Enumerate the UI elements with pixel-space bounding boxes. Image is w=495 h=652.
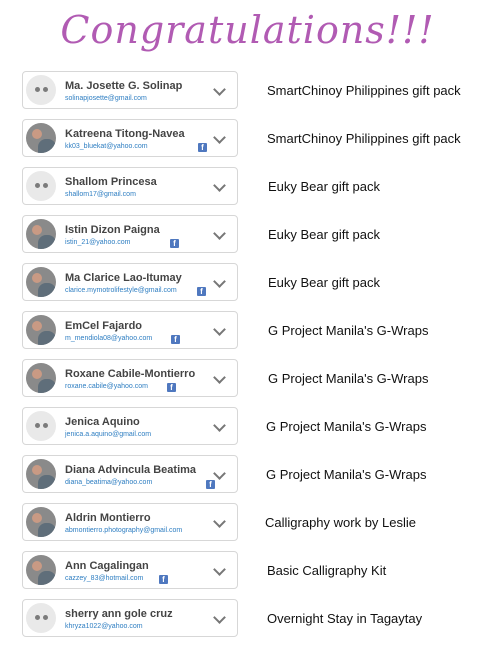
chevron-down-icon[interactable] <box>213 515 226 528</box>
chevron-down-icon[interactable] <box>213 563 226 576</box>
facebook-icon: f <box>170 239 179 248</box>
winner-name: Ma Clarice Lao-Itumay <box>65 272 182 284</box>
winner-email: kk03_bluekat@yahoo.com <box>65 143 148 150</box>
chevron-down-icon[interactable] <box>213 323 226 336</box>
winner-name: Diana Advincula Beatima <box>65 464 197 476</box>
winner-email: shallom17@gmail.com <box>65 191 136 198</box>
prize-label: G Project Manila's G-Wraps <box>266 467 427 482</box>
facebook-icon: f <box>171 335 180 344</box>
winner-card[interactable]: Ma Clarice Lao-Itumay clarice.mymotrolif… <box>22 263 238 301</box>
page-title: Congratulations!!! <box>60 8 435 52</box>
facebook-icon: f <box>159 575 168 584</box>
prize-label: Euky Bear gift pack <box>268 179 380 194</box>
prize-label: G Project Manila's G-Wraps <box>268 323 429 338</box>
winner-name: Ma. Josette G. Solinap <box>65 80 183 92</box>
chevron-down-icon[interactable] <box>213 611 226 624</box>
list-item: EmCel Fajardo m_mendiola08@yahoo.com f G… <box>22 311 495 355</box>
winner-card[interactable]: sherry ann gole cruz khryza1022@yahoo.co… <box>22 599 238 637</box>
winner-email: abmontierro.photography@gmail.com <box>65 527 183 534</box>
winner-name: Katreena Titong-Navea <box>65 128 185 140</box>
list-item: Roxane Cabile-Montierro roxane.cabile@ya… <box>22 359 495 403</box>
winner-name: Istin Dizon Paigna <box>65 224 160 236</box>
winner-email: diana_beatima@yahoo.com <box>65 479 153 486</box>
chevron-down-icon[interactable] <box>213 419 226 432</box>
prize-label: Calligraphy work by Leslie <box>265 515 417 530</box>
winner-card[interactable]: Ma. Josette G. Solinap solinapjosette@gm… <box>22 71 238 109</box>
chevron-down-icon[interactable] <box>213 227 226 240</box>
profile-photo-icon <box>26 123 56 153</box>
winner-card[interactable]: Jenica Aquino jenica.a.aquino@gmail.com <box>22 407 238 445</box>
chevron-down-icon[interactable] <box>213 179 226 192</box>
winner-email: clarice.mymotrolifestyle@gmail.com <box>65 287 177 294</box>
profile-photo-icon <box>26 555 56 585</box>
facebook-icon: f <box>198 143 207 152</box>
list-item: Ma. Josette G. Solinap solinapjosette@gm… <box>22 71 495 115</box>
profile-photo-icon <box>26 315 56 345</box>
prize-label: Euky Bear gift pack <box>268 227 380 242</box>
profile-photo-icon <box>26 459 56 489</box>
winner-email: m_mendiola08@yahoo.com <box>65 335 153 342</box>
list-item: Diana Advincula Beatima diana_beatima@ya… <box>22 455 495 499</box>
facebook-icon: f <box>206 480 215 489</box>
winner-name: sherry ann gole cruz <box>65 608 173 620</box>
winner-card[interactable]: Ann Cagalingan cazzey_83@hotmail.com f <box>22 551 238 589</box>
prize-label: Basic Calligraphy Kit <box>267 563 387 578</box>
winner-name: Ann Cagalingan <box>65 560 149 572</box>
winner-email: solinapjosette@gmail.com <box>65 95 147 102</box>
chevron-down-icon[interactable] <box>213 83 226 96</box>
prize-label: SmartChinoy Philippines gift pack <box>267 131 461 146</box>
prize-label: Euky Bear gift pack <box>268 275 380 290</box>
chevron-down-icon[interactable] <box>213 275 226 288</box>
winner-email: jenica.a.aquino@gmail.com <box>65 431 152 438</box>
default-avatar-icon <box>26 603 56 633</box>
winner-email: cazzey_83@hotmail.com <box>65 575 144 582</box>
list-item: Katreena Titong-Navea kk03_bluekat@yahoo… <box>22 119 495 163</box>
list-item: Ma Clarice Lao-Itumay clarice.mymotrolif… <box>22 263 495 307</box>
winner-email: roxane.cabile@yahoo.com <box>65 383 148 390</box>
profile-photo-icon <box>26 267 56 297</box>
list-item: Aldrin Montierro abmontierro.photography… <box>22 503 495 547</box>
winner-name: Roxane Cabile-Montierro <box>65 368 196 380</box>
prize-label: G Project Manila's G-Wraps <box>266 419 427 434</box>
winner-email: khryza1022@yahoo.com <box>65 623 143 630</box>
winner-card[interactable]: Istin Dizon Paigna istin_21@yahoo.com f <box>22 215 238 253</box>
list-item: Istin Dizon Paigna istin_21@yahoo.com f … <box>22 215 495 259</box>
winner-email: istin_21@yahoo.com <box>65 239 131 246</box>
list-item: sherry ann gole cruz khryza1022@yahoo.co… <box>22 599 495 643</box>
default-avatar-icon <box>26 171 56 201</box>
winner-name: Shallom Princesa <box>65 176 157 188</box>
winner-card[interactable]: Diana Advincula Beatima diana_beatima@ya… <box>22 455 238 493</box>
prize-label: Overnight Stay in Tagaytay <box>267 611 423 626</box>
default-avatar-icon <box>26 75 56 105</box>
winner-card[interactable]: Roxane Cabile-Montierro roxane.cabile@ya… <box>22 359 238 397</box>
profile-photo-icon <box>26 507 56 537</box>
list-item: Ann Cagalingan cazzey_83@hotmail.com f B… <box>22 551 495 595</box>
chevron-down-icon[interactable] <box>213 131 226 144</box>
facebook-icon: f <box>167 383 176 392</box>
winner-card[interactable]: Aldrin Montierro abmontierro.photography… <box>22 503 238 541</box>
winner-name: Jenica Aquino <box>65 416 140 428</box>
default-avatar-icon <box>26 411 56 441</box>
prize-label: SmartChinoy Philippines gift pack <box>267 83 461 98</box>
facebook-icon: f <box>197 287 206 296</box>
winner-name: EmCel Fajardo <box>65 320 143 332</box>
profile-photo-icon <box>26 219 56 249</box>
chevron-down-icon[interactable] <box>213 467 226 480</box>
prize-label: G Project Manila's G-Wraps <box>268 371 429 386</box>
winner-card[interactable]: Shallom Princesa shallom17@gmail.com <box>22 167 238 205</box>
chevron-down-icon[interactable] <box>213 371 226 384</box>
list-item: Jenica Aquino jenica.a.aquino@gmail.com … <box>22 407 495 451</box>
winner-card[interactable]: Katreena Titong-Navea kk03_bluekat@yahoo… <box>22 119 238 157</box>
winner-card[interactable]: EmCel Fajardo m_mendiola08@yahoo.com f <box>22 311 238 349</box>
winner-name: Aldrin Montierro <box>65 512 151 524</box>
profile-photo-icon <box>26 363 56 393</box>
list-item: Shallom Princesa shallom17@gmail.com Euk… <box>22 167 495 211</box>
